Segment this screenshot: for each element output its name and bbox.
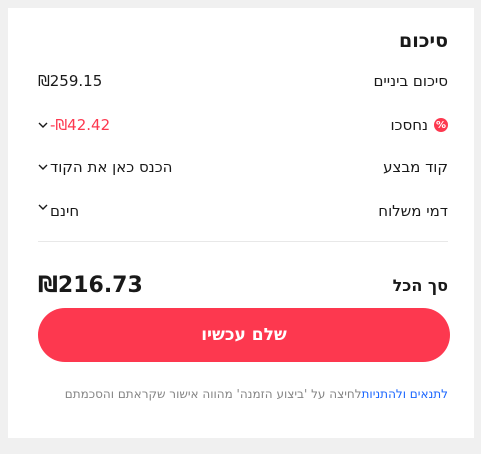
shipping-value-group[interactable]: חינם xyxy=(38,202,79,220)
legal-text: לחיצה על 'ביצוע הזמנה' מהווה אישור שקראת… xyxy=(64,387,362,401)
shipping-label: דמי משלוח xyxy=(378,202,448,220)
saved-row[interactable]: % נחסכו -₪42.42 xyxy=(38,112,448,138)
terms-link[interactable]: לתנאים ולהתניות xyxy=(362,387,448,401)
legal-notice: לתנאים ולהתניותלחיצה על 'ביצוע הזמנה' מה… xyxy=(38,384,448,404)
chevron-down-icon xyxy=(38,122,48,128)
promo-row[interactable]: קוד מבצע הכנס כאן את הקוד xyxy=(38,154,448,180)
subtotal-value: ₪259.15 xyxy=(38,72,103,90)
promo-placeholder: הכנס כאן את הקוד xyxy=(50,158,173,176)
saved-value: -₪42.42 xyxy=(50,116,111,134)
shipping-value: חינם xyxy=(50,202,80,220)
order-summary-card: סיכום סיכום ביניים ₪259.15 % נחסכו -₪42.… xyxy=(8,8,474,438)
chevron-down-icon xyxy=(38,164,48,170)
promo-input-trigger[interactable]: הכנס כאן את הקוד xyxy=(38,158,172,176)
subtotal-label: סיכום ביניים xyxy=(373,72,448,90)
pay-now-button[interactable]: שלם עכשיו xyxy=(38,308,450,362)
saved-label-group: % נחסכו xyxy=(390,116,448,134)
chevron-down-icon xyxy=(38,204,48,210)
saved-value-group[interactable]: -₪42.42 xyxy=(38,116,110,134)
total-row: סך הכל ₪216.73 xyxy=(38,266,448,304)
saved-label: נחסכו xyxy=(390,116,428,134)
summary-divider xyxy=(38,241,448,242)
promo-label: קוד מבצע xyxy=(383,158,448,176)
shipping-row[interactable]: דמי משלוח חינם xyxy=(38,198,448,224)
subtotal-row: סיכום ביניים ₪259.15 xyxy=(38,68,448,94)
summary-title: סיכום xyxy=(398,30,448,52)
total-label: סך הכל xyxy=(392,275,448,295)
total-value: ₪216.73 xyxy=(38,272,143,298)
discount-icon: % xyxy=(434,118,448,132)
